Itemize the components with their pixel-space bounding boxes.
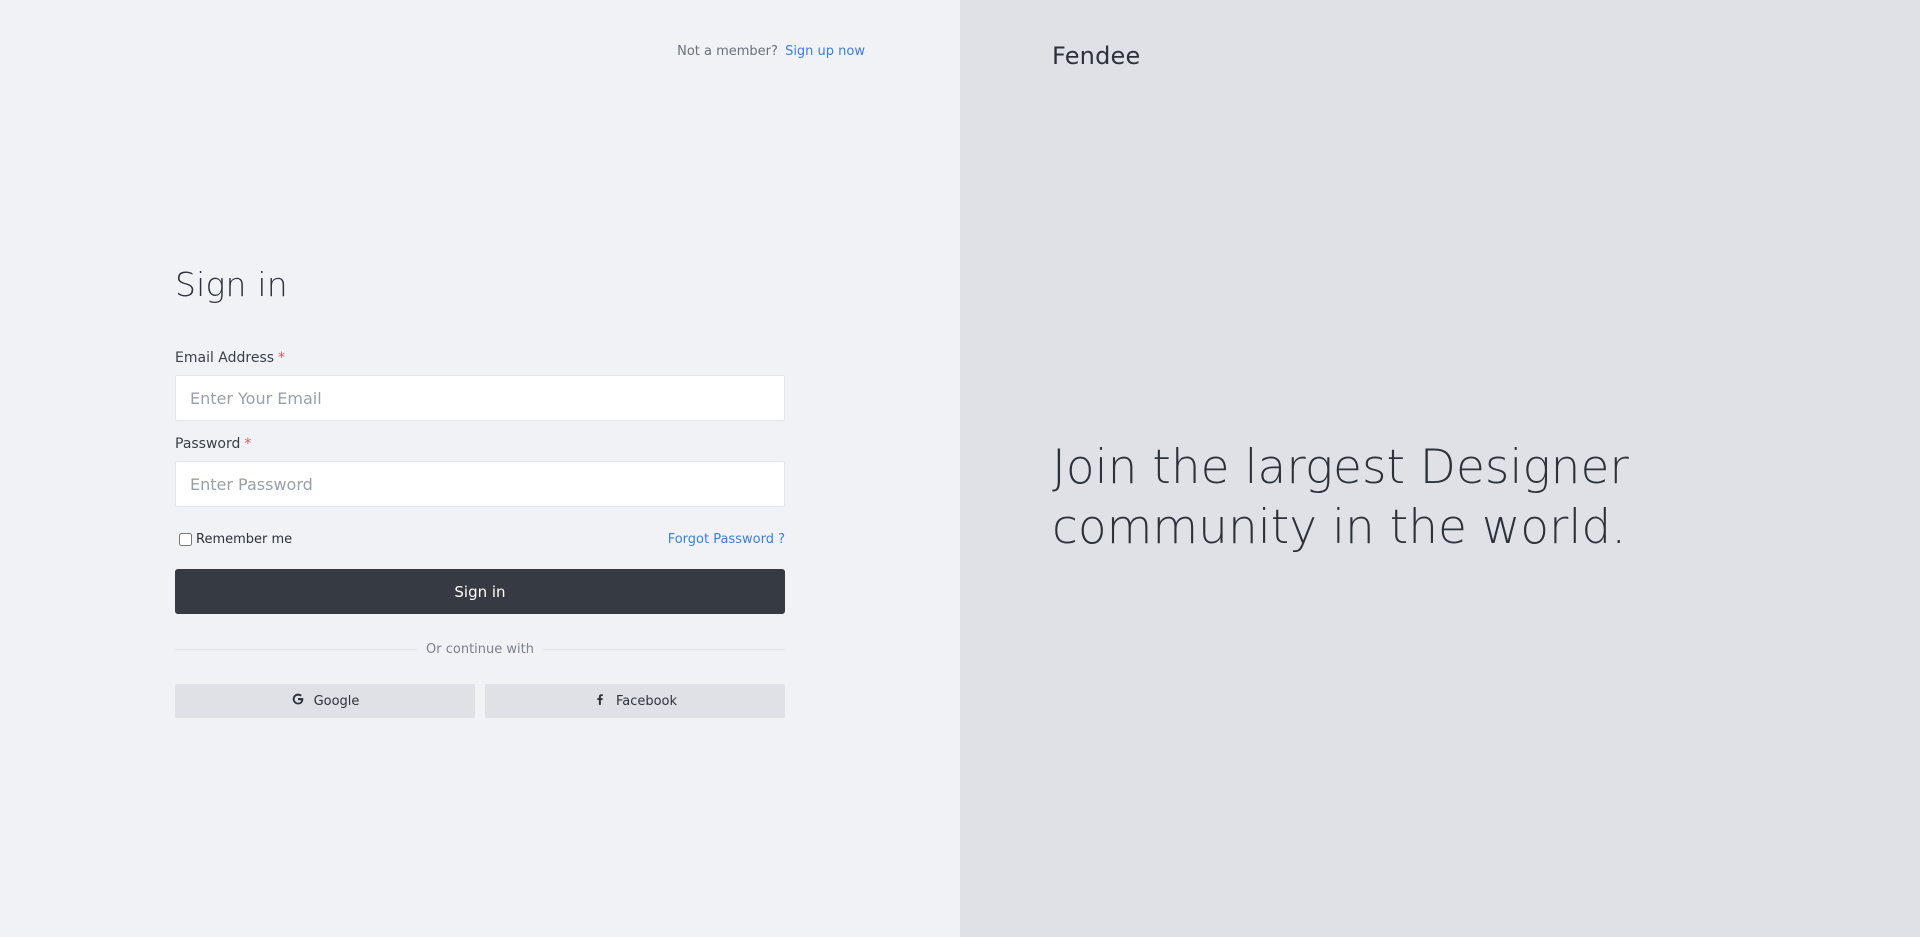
- signin-page: Not a member? Sign up now Sign in Email …: [0, 0, 1920, 937]
- promo-panel: Fendee Join the largest Designer communi…: [960, 0, 1920, 937]
- signin-form: Sign in Email Address* Password* Remembe…: [175, 265, 786, 718]
- forgot-password-link[interactable]: Forgot Password ?: [668, 532, 785, 547]
- facebook-label: Facebook: [615, 693, 678, 709]
- facebook-button[interactable]: Facebook: [485, 684, 785, 718]
- social-login: Google Facebook: [175, 684, 785, 718]
- remember-me-checkbox[interactable]: [179, 532, 192, 546]
- social-divider: Or continue with: [175, 642, 786, 657]
- remember-me: Remember me: [175, 532, 292, 547]
- form-options: Remember me Forgot Password ?: [175, 530, 785, 548]
- remember-me-label: Remember me: [196, 531, 293, 547]
- signup-prompt: Not a member? Sign up now: [677, 44, 865, 59]
- tagline: Join the largest Designer community in t…: [1052, 438, 1692, 558]
- signup-link[interactable]: Sign up now: [785, 44, 865, 59]
- password-label-text: Password: [175, 436, 241, 452]
- page-title: Sign in: [175, 265, 288, 304]
- divider-line-right: [542, 649, 786, 650]
- signin-panel: Not a member? Sign up now Sign in Email …: [0, 0, 960, 937]
- password-required-mark: *: [244, 436, 252, 452]
- divider-line-left: [175, 649, 418, 650]
- google-label: Google: [313, 693, 360, 709]
- tagline-line-1: Join the largest Designer: [1052, 440, 1629, 495]
- signin-button[interactable]: Sign in: [175, 569, 785, 614]
- email-field[interactable]: [175, 375, 785, 421]
- brand-logo: Fendee: [1052, 42, 1141, 70]
- email-label: Email Address *: [175, 348, 785, 368]
- divider-text: Or continue with: [426, 642, 534, 657]
- signup-prompt-text: Not a member?: [677, 44, 778, 59]
- google-button[interactable]: Google: [175, 684, 475, 718]
- tagline-line-2: community in the world.: [1052, 500, 1627, 555]
- google-icon: [291, 692, 305, 710]
- facebook-icon: [593, 692, 607, 710]
- email-label-text: Email Address: [175, 350, 275, 366]
- password-field[interactable]: [175, 461, 785, 507]
- email-required-mark: *: [278, 350, 286, 366]
- password-label: Password *: [175, 434, 785, 454]
